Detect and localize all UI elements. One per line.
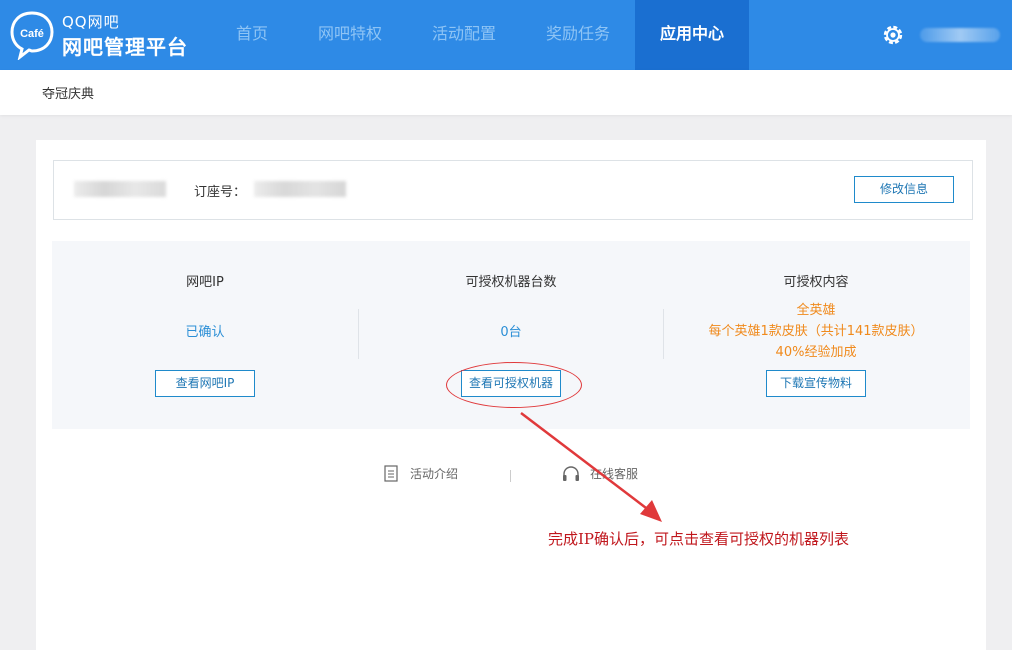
breadcrumb-bar: 夺冠庆典 — [0, 70, 1012, 115]
download-promo-button[interactable]: 下载宣传物料 — [766, 370, 866, 397]
content-line: 40%经验加成 — [775, 345, 857, 360]
online-service-link[interactable]: 在线客服 — [590, 465, 638, 482]
user-name-blurred[interactable] — [920, 28, 1000, 42]
nav-reward-tasks[interactable]: 奖励任务 — [532, 0, 624, 70]
edit-info-button[interactable]: 修改信息 — [854, 176, 954, 203]
activity-intro-link[interactable]: 活动介绍 — [410, 465, 458, 482]
brand-subtitle: QQ网吧 — [62, 13, 120, 31]
brand-title: 网吧管理平台 — [62, 35, 188, 59]
nav-app-center[interactable]: 应用中心 — [635, 0, 749, 70]
order-number-label: 订座号： — [194, 185, 247, 200]
cafe-info-box: 订座号： 修改信息 — [53, 160, 973, 220]
stat-authorized-content: 可授权内容 全英雄 每个英雄1款皮肤（共计141款皮肤） 40%经验加成 下载宣… — [663, 241, 969, 429]
stat-value: 已确认 — [185, 325, 225, 340]
document-icon — [384, 465, 398, 482]
stat-title: 可授权机器台数 — [465, 275, 557, 290]
footer-links: 活动介绍 在线客服 — [36, 465, 986, 487]
content-line: 每个英雄1款皮肤（共计141款皮肤） — [708, 324, 924, 339]
nav-home[interactable]: 首页 — [222, 0, 282, 70]
nav-activity-config[interactable]: 活动配置 — [418, 0, 510, 70]
cafe-logo[interactable]: Café — [8, 10, 56, 60]
order-number-blurred — [254, 181, 346, 197]
stat-title: 网吧IP — [186, 275, 224, 290]
stat-value: 0台 — [500, 325, 522, 340]
headset-icon — [563, 466, 579, 481]
logo-text: Café — [20, 28, 44, 40]
cafe-name-blurred — [74, 181, 166, 197]
content-list: 全英雄 每个英雄1款皮肤（共计141款皮肤） 40%经验加成 — [663, 300, 969, 363]
highlight-circle — [446, 362, 582, 408]
divider — [510, 470, 511, 482]
top-nav-bar: Café QQ网吧 网吧管理平台 首页 网吧特权 活动配置 奖励任务 应用中心 — [0, 0, 1012, 70]
content-line: 全英雄 — [796, 303, 836, 318]
view-cafe-ip-button[interactable]: 查看网吧IP — [155, 370, 255, 397]
stat-cafe-ip: 网吧IP 已确认 查看网吧IP — [52, 241, 358, 429]
page-title: 夺冠庆典 — [42, 87, 95, 102]
stat-title: 可授权内容 — [783, 275, 849, 290]
nav-cafe-privileges[interactable]: 网吧特权 — [304, 0, 396, 70]
gear-icon[interactable] — [880, 22, 906, 48]
annotation-text: 完成IP确认后，可点击查看可授权的机器列表 — [548, 530, 850, 548]
